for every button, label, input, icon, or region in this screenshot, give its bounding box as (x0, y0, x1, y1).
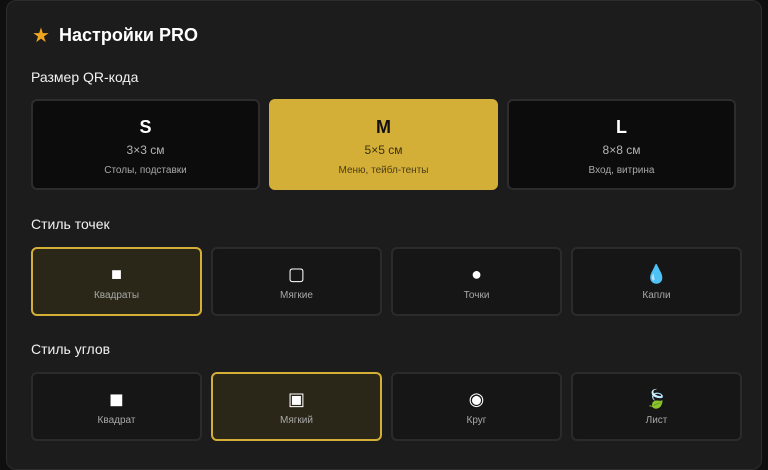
size-dimensions: 8×8 см (602, 143, 641, 157)
option-label: Мягкий (280, 415, 313, 426)
size-description: Меню, тейбл-тенты (338, 165, 429, 176)
pro-settings-panel: ★ Настройки PRO Размер QR-кода S 3×3 см … (6, 0, 762, 470)
size-option-l[interactable]: L 8×8 см Вход, витрина (507, 99, 736, 190)
size-dimensions: 5×5 см (364, 143, 403, 157)
size-section-label: Размер QR-кода (31, 69, 139, 85)
option-label: Мягкие (280, 290, 313, 301)
size-description: Вход, витрина (588, 165, 655, 176)
dot-style-option-squares[interactable]: ■ Квадраты (31, 247, 202, 316)
corner-style-section-label: Стиль углов (31, 341, 111, 357)
dot-style-section-label: Стиль точек (31, 216, 110, 232)
size-option-s[interactable]: S 3×3 см Столы, подставки (31, 99, 260, 190)
option-label: Точки (463, 290, 490, 301)
option-label: Круг (466, 415, 487, 426)
dot-style-options: ■ Квадраты ▢ Мягкие ● Точки 💧 Капли (31, 247, 742, 316)
corner-style-option-circle[interactable]: ◉ Круг (391, 372, 562, 441)
size-letter: M (376, 117, 391, 137)
size-options: S 3×3 см Столы, подставки M 5×5 см Меню,… (31, 99, 736, 190)
droplet-icon: 💧 (645, 264, 668, 284)
corner-style-option-square[interactable]: ◼ Квадрат (31, 372, 202, 441)
size-letter: L (616, 117, 627, 137)
size-description: Столы, подставки (104, 165, 187, 176)
corner-style-option-soft[interactable]: ▣ Мягкий (211, 372, 382, 441)
square-icon: ■ (111, 264, 122, 284)
option-label: Квадрат (97, 415, 136, 426)
size-option-m[interactable]: M 5×5 см Меню, тейбл-тенты (269, 99, 498, 190)
circle-corner-icon: ◉ (468, 389, 485, 409)
star-icon: ★ (32, 24, 50, 47)
rounded-square-icon: ▢ (287, 264, 305, 284)
size-letter: S (139, 117, 152, 137)
dot-style-option-drops[interactable]: 💧 Капли (571, 247, 742, 316)
size-dimensions: 3×3 см (126, 143, 165, 157)
leaf-icon: 🍃 (645, 389, 668, 409)
soft-corner-icon: ▣ (287, 389, 305, 409)
option-label: Лист (645, 415, 668, 426)
panel-header: ★ Настройки PRO (31, 25, 198, 46)
panel-title: Настройки PRO (59, 25, 198, 45)
dot-style-option-dots[interactable]: ● Точки (391, 247, 562, 316)
dot-style-option-soft[interactable]: ▢ Мягкие (211, 247, 382, 316)
corner-style-option-leaf[interactable]: 🍃 Лист (571, 372, 742, 441)
option-label: Капли (642, 290, 671, 301)
corner-style-options: ◼ Квадрат ▣ Мягкий ◉ Круг 🍃 Лист (31, 372, 742, 441)
dot-icon: ● (471, 264, 482, 284)
square-corner-icon: ◼ (109, 389, 124, 409)
option-label: Квадраты (93, 290, 140, 301)
